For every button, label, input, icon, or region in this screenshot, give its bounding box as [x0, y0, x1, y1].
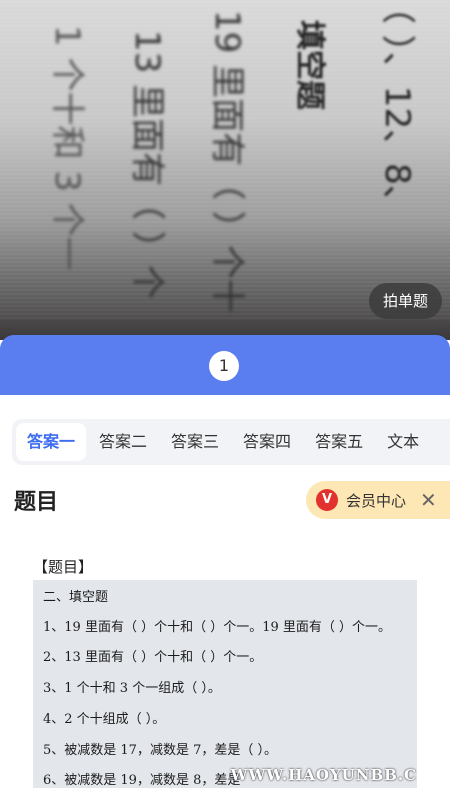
tab-answer-2[interactable]: 答案二 — [88, 423, 158, 461]
single-question-button[interactable]: 拍单题 — [368, 283, 442, 319]
tab-answer-3[interactable]: 答案三 — [160, 423, 230, 461]
vip-badge-icon: V — [316, 489, 338, 511]
tab-answer-4[interactable]: 答案四 — [232, 423, 302, 461]
tab-answer-5[interactable]: 答案五 — [304, 423, 374, 461]
tab-text[interactable]: 文本 — [376, 423, 430, 461]
preview-text-line: 填空题 — [292, 20, 327, 110]
question-line: 1、19 里面有（ ）个十和（ ）个一。19 里面有（ ）个一。 — [43, 620, 392, 635]
preview-text-line: 19 里面有（ ）个十 — [207, 10, 247, 313]
question-line: 6、被减数是 19，减数是 8，差是 — [43, 773, 241, 788]
question-line: 4、2 个十组成（ ）。 — [43, 712, 166, 727]
tab-answer-1[interactable]: 答案一 — [16, 423, 87, 461]
preview-text-line: （ ）、12、8、 — [377, 0, 417, 219]
question-line: 5、被减数是 17，减数是 7，差是（ ）。 — [43, 743, 277, 758]
question-image: 二、填空题 1、19 里面有（ ）个十和（ ）个一。19 里面有（ ）个一。 2… — [33, 580, 417, 788]
question-label: 【题目】 — [33, 558, 94, 576]
question-line: 2、13 里面有（ ）个十和（ ）个一。 — [43, 650, 263, 665]
vip-center-banner[interactable]: V 会员中心 ✕ — [306, 481, 450, 519]
watermark: WWW.HAOYUNBB.C — [230, 766, 417, 784]
question-heading: 二、填空题 — [43, 590, 109, 605]
question-line: 3、1 个十和 3 个一组成（ ）。 — [43, 681, 221, 696]
close-icon[interactable]: ✕ — [420, 488, 437, 512]
camera-preview: （ ）、12、8、 填空题 19 里面有（ ）个十 13 里面有（ ）个 1 个… — [0, 0, 450, 340]
preview-text-line: 1 个十和 3 个一 — [47, 25, 87, 271]
vip-center-label: 会员中心 — [346, 491, 407, 510]
section-title: 题目 — [14, 490, 59, 515]
page-indicator[interactable]: 1 — [209, 351, 239, 381]
preview-text-line: 13 里面有（ ）个 — [127, 30, 167, 299]
answer-tabs: 答案一 答案二 答案三 答案四 答案五 文本 — [12, 419, 450, 465]
